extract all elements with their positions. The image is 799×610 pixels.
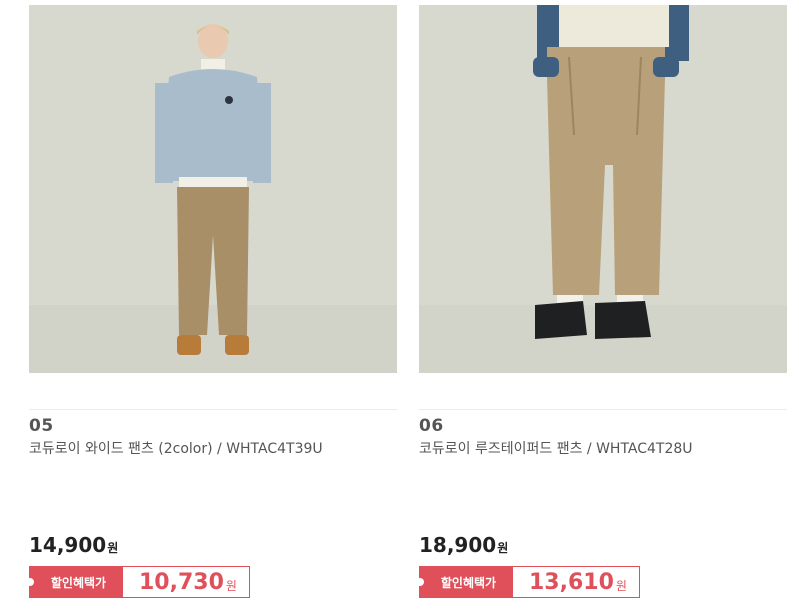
product-name[interactable]: 코듀로이 와이드 팬츠 (2color) / WHTAC4T39U	[29, 438, 323, 458]
currency-label: 원	[107, 541, 119, 555]
sale-price: 13,610 원	[513, 567, 639, 597]
sale-price: 10,730 원	[123, 567, 249, 597]
product-number: 06	[419, 416, 444, 436]
sale-price-amount: 10,730	[139, 569, 224, 595]
price-amount: 14,900	[29, 533, 107, 557]
divider	[419, 409, 787, 410]
sale-price-box: 할인혜택가 13,610 원	[416, 566, 640, 598]
product-card[interactable]: 05 코듀로이 와이드 팬츠 (2color) / WHTAC4T39U 14,…	[26, 0, 397, 610]
divider	[29, 409, 397, 410]
sale-label: 할인혜택가	[416, 567, 513, 597]
dot-icon	[416, 578, 424, 586]
sale-label: 할인혜택가	[26, 567, 123, 597]
price-amount: 18,900	[419, 533, 497, 557]
currency-label: 원	[497, 541, 509, 555]
original-price: 18,900원	[419, 533, 508, 557]
original-price: 14,900원	[29, 533, 118, 557]
product-number: 05	[29, 416, 54, 436]
product-name[interactable]: 코듀로이 루즈테이퍼드 팬츠 / WHTAC4T28U	[419, 438, 693, 458]
currency-label: 원	[225, 578, 237, 593]
product-image[interactable]	[29, 5, 397, 373]
product-card[interactable]: 06 코듀로이 루즈테이퍼드 팬츠 / WHTAC4T28U 18,900원 할…	[416, 0, 787, 610]
product-image[interactable]	[419, 5, 787, 373]
dot-icon	[26, 578, 34, 586]
sale-price-box: 할인혜택가 10,730 원	[26, 566, 250, 598]
sale-price-amount: 13,610	[529, 569, 614, 595]
currency-label: 원	[615, 578, 627, 593]
